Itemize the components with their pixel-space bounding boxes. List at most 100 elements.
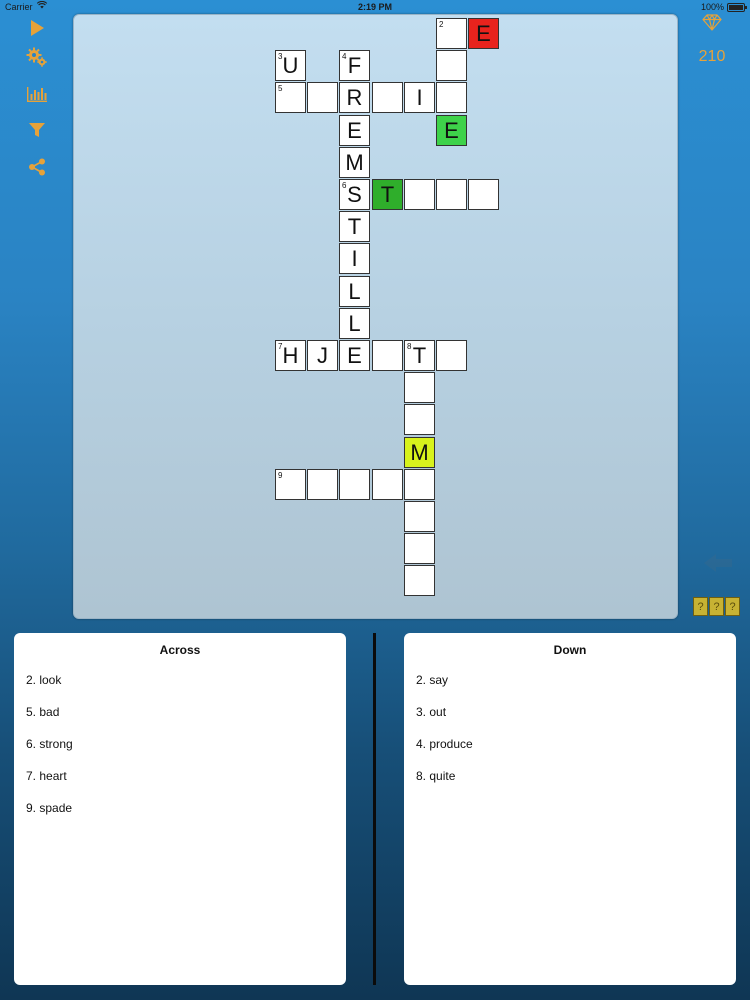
crossword-cell[interactable] (404, 565, 435, 596)
share-button[interactable] (22, 153, 52, 181)
back-arrow-button[interactable] (700, 548, 736, 578)
crossword-cell[interactable]: R (339, 82, 370, 113)
crossword-cell[interactable] (404, 372, 435, 403)
settings-button[interactable] (22, 43, 52, 71)
clue-number: 4 (342, 52, 347, 61)
crossword-cell[interactable] (339, 469, 370, 500)
score-value: 210 (698, 48, 726, 65)
battery-percent: 100% (700, 2, 724, 12)
play-icon (31, 20, 44, 36)
cell-letter: R (346, 84, 363, 110)
crossword-cell[interactable]: T (339, 211, 370, 242)
crossword-cell[interactable]: M (404, 437, 435, 468)
down-heading: Down (553, 643, 587, 657)
clue-number: 2 (439, 20, 444, 29)
crossword-cell[interactable] (436, 82, 467, 113)
settings-gears-icon (26, 47, 47, 67)
panel-divider (373, 633, 376, 985)
stats-button[interactable] (22, 80, 52, 108)
crossword-cell[interactable] (404, 501, 435, 532)
cell-letter: T (412, 342, 427, 368)
clue-number: 7 (278, 342, 283, 351)
cell-letter: H (282, 342, 299, 368)
across-clue[interactable]: 7. heart (26, 769, 67, 783)
across-clue[interactable]: 9. spade (26, 801, 72, 815)
clue-number: 9 (278, 471, 283, 480)
crossword-cell[interactable]: L (339, 308, 370, 339)
hint-button[interactable]: ??? (693, 597, 740, 616)
battery-icon (727, 3, 747, 12)
crossword-cell[interactable]: E (339, 340, 370, 371)
across-clues-panel: Across 2. look 5. bad 6. strong 7. heart 9. … (14, 633, 346, 985)
across-heading: Across (159, 643, 201, 657)
filter-icon (29, 123, 45, 137)
crossword-cell[interactable]: I (339, 243, 370, 274)
crossword-cell[interactable]: E (339, 115, 370, 146)
crossword-cell[interactable]: 6S (339, 179, 370, 210)
crossword-cell[interactable] (307, 469, 338, 500)
crossword-cell[interactable]: 9 (275, 469, 306, 500)
down-clue[interactable]: 2. say (416, 673, 448, 687)
crossword-cell[interactable] (307, 82, 338, 113)
crossword-cell[interactable]: I (404, 82, 435, 113)
diamond-icon (702, 14, 722, 31)
crossword-cell[interactable]: 5 (275, 82, 306, 113)
crossword-cell[interactable]: 3U (275, 50, 306, 81)
crossword-cell[interactable] (436, 340, 467, 371)
cell-letter: E (476, 20, 491, 46)
crossword-cell[interactable] (404, 179, 435, 210)
cell-letter: I (416, 84, 423, 110)
crossword-cell[interactable]: L (339, 276, 370, 307)
crossword-cell[interactable] (404, 404, 435, 435)
cell-letter: M (410, 439, 429, 465)
crossword-board: 2E3U4F5RIEEM6STTILL7HJE8TM9 (73, 14, 678, 619)
across-clue[interactable]: 2. look (26, 673, 61, 687)
stats-icon (27, 87, 47, 102)
cell-letter: T (347, 213, 362, 239)
clock: 2:19 PM (357, 2, 392, 12)
filter-button[interactable] (22, 116, 52, 144)
clue-number: 6 (342, 181, 347, 190)
cell-letter: F (347, 52, 362, 78)
crossword-cell[interactable] (372, 469, 403, 500)
crossword-cell[interactable]: E (468, 18, 499, 49)
crossword-cell[interactable] (436, 179, 467, 210)
crossword-cell[interactable] (468, 179, 499, 210)
share-icon (29, 158, 45, 176)
hint-label: ??? (693, 597, 740, 616)
cell-letter: U (282, 52, 299, 78)
cell-letter: E (444, 117, 459, 143)
crossword-cell[interactable] (436, 50, 467, 81)
clue-number: 8 (407, 342, 412, 351)
play-button[interactable] (22, 14, 52, 42)
across-clue[interactable]: 5. bad (26, 705, 59, 719)
cell-letter: L (348, 278, 361, 304)
down-clue[interactable]: 4. produce (416, 737, 473, 751)
cell-letter: M (345, 149, 364, 175)
cell-letter: J (317, 342, 328, 368)
crossword-cell[interactable]: T (372, 179, 403, 210)
crossword-cell[interactable] (404, 533, 435, 564)
crossword-cell[interactable]: 4F (339, 50, 370, 81)
clue-number: 5 (278, 84, 283, 93)
crossword-cell[interactable]: J (307, 340, 338, 371)
crossword-cell[interactable] (404, 469, 435, 500)
cell-letter: E (347, 117, 362, 143)
clue-number: 3 (278, 52, 283, 61)
crossword-cell[interactable] (372, 340, 403, 371)
down-clue[interactable]: 3. out (416, 705, 446, 719)
cell-letter: L (348, 310, 361, 336)
cell-letter: E (347, 342, 362, 368)
cell-letter: S (347, 181, 362, 207)
crossword-cell[interactable]: M (339, 147, 370, 178)
cell-letter: I (351, 245, 358, 271)
across-clue[interactable]: 6. strong (26, 737, 73, 751)
crossword-cell[interactable]: 2 (436, 18, 467, 49)
crossword-cell[interactable] (372, 82, 403, 113)
down-clue[interactable]: 8. quite (416, 769, 455, 783)
down-clues-panel: Down 2. say 3. out 4. produce 8. quite (404, 633, 736, 985)
crossword-cell[interactable]: E (436, 115, 467, 146)
cell-letter: T (380, 181, 395, 207)
crossword-cell[interactable]: 7H (275, 340, 306, 371)
crossword-cell[interactable]: 8T (404, 340, 435, 371)
